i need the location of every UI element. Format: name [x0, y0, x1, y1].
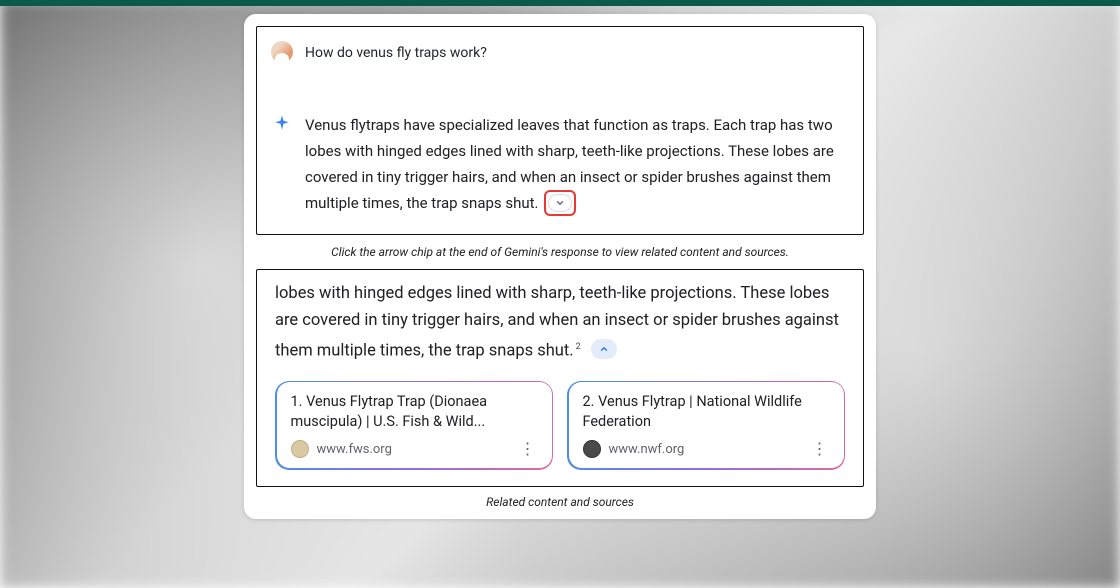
- ai-response-row: Venus flytraps have specialized leaves t…: [271, 112, 841, 216]
- source-index: 1.: [291, 393, 303, 410]
- source-title-text: Venus Flytrap Trap (Dionaea muscipula) |…: [291, 393, 488, 430]
- user-message-row: How do venus fly traps work?: [271, 41, 841, 64]
- source-title: 1. Venus Flytrap Trap (Dionaea muscipula…: [291, 392, 540, 432]
- favicon-icon: [291, 440, 309, 458]
- chevron-up-icon: [599, 344, 609, 354]
- chat-panel-collapsed: How do venus fly traps work? Venus flytr…: [256, 26, 864, 235]
- top-strip: [0, 0, 1120, 6]
- favicon-icon: [583, 440, 601, 458]
- ai-response-text: Venus flytraps have specialized leaves t…: [305, 112, 841, 216]
- collapse-sources-chip[interactable]: [591, 339, 617, 359]
- more-vertical-icon[interactable]: ⋮: [516, 441, 540, 457]
- source-domain: www.nwf.org: [583, 440, 685, 458]
- source-title: 2. Venus Flytrap | National Wildlife Fed…: [583, 392, 832, 432]
- demo-card: How do venus fly traps work? Venus flytr…: [244, 14, 876, 519]
- source-domain-text: www.nwf.org: [609, 442, 685, 457]
- source-domain: www.fws.org: [291, 440, 392, 458]
- user-avatar: [271, 41, 293, 63]
- expanded-response-text: lobes with hinged edges lined with sharp…: [275, 280, 845, 365]
- user-prompt: How do venus fly traps work?: [305, 41, 487, 64]
- source-title-text: Venus Flytrap | National Wildlife Federa…: [583, 393, 802, 430]
- trailing-body: lobes with hinged edges lined with sharp…: [275, 284, 839, 361]
- caption-top: Click the arrow chip at the end of Gemin…: [244, 241, 876, 269]
- source-card[interactable]: 1. Venus Flytrap Trap (Dionaea muscipula…: [275, 381, 553, 470]
- sources-row: 1. Venus Flytrap Trap (Dionaea muscipula…: [275, 381, 845, 470]
- chevron-down-icon: [555, 198, 565, 208]
- expand-sources-chip[interactable]: [548, 194, 572, 212]
- source-domain-text: www.fws.org: [317, 442, 392, 457]
- chat-panel-expanded: lobes with hinged edges lined with sharp…: [256, 269, 864, 487]
- more-vertical-icon[interactable]: ⋮: [808, 441, 832, 457]
- citation-marker: 2: [576, 342, 581, 352]
- caption-bottom: Related content and sources: [244, 491, 876, 519]
- source-card[interactable]: 2. Venus Flytrap | National Wildlife Fed…: [567, 381, 845, 470]
- source-index: 2.: [583, 393, 595, 410]
- sparkle-icon: [271, 112, 293, 134]
